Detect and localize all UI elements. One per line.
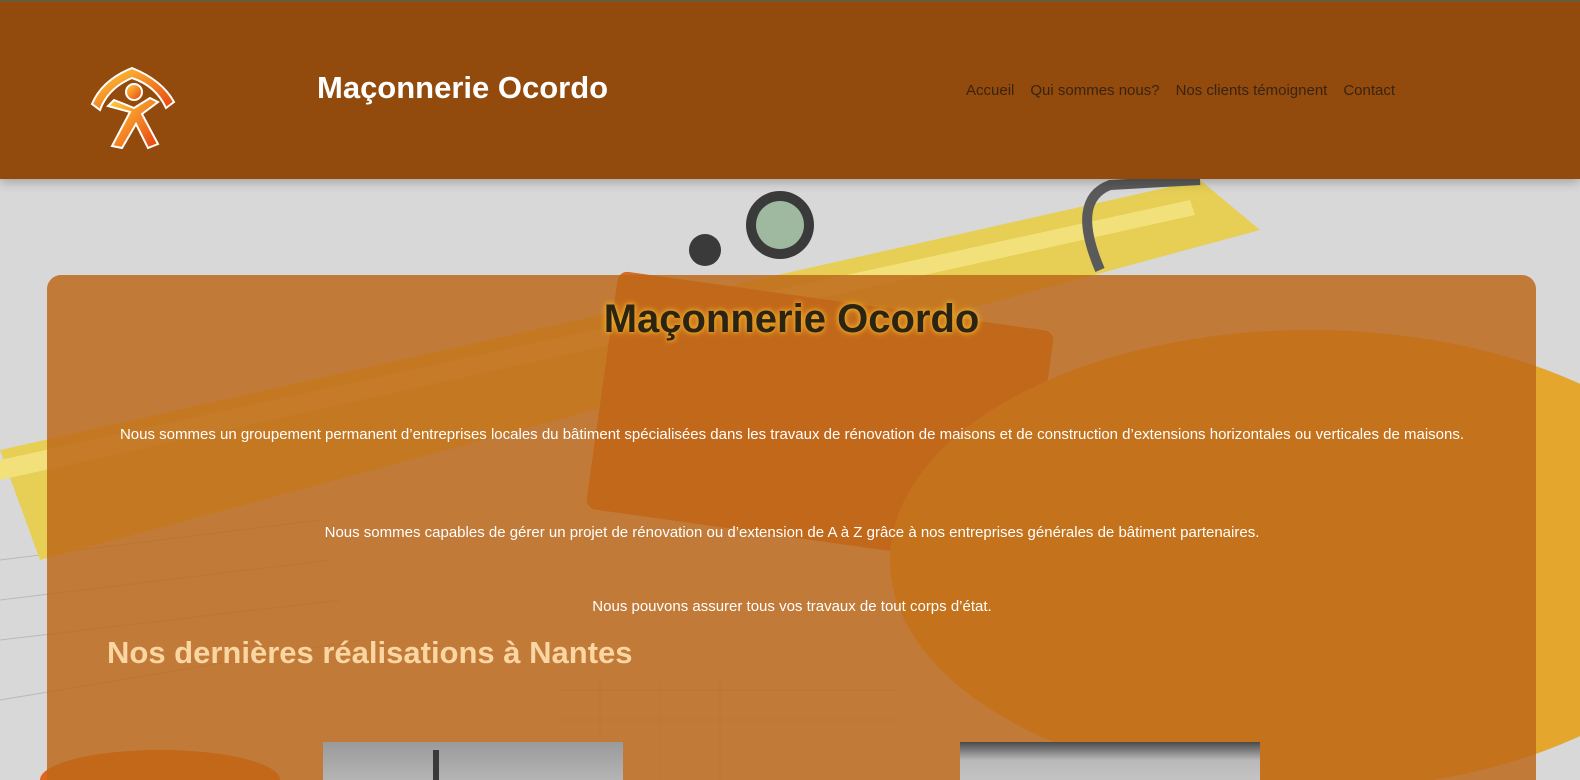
page-title: Maçonnerie Ocordo xyxy=(603,297,980,341)
nav-item-accueil[interactable]: Accueil xyxy=(966,82,1022,99)
site-header: Maçonnerie Ocordo Accueil Qui sommes nou… xyxy=(0,0,1580,179)
main-nav: Accueil Qui sommes nous? Nos clients tém… xyxy=(966,82,1403,99)
nav-item-qui-sommes-nous[interactable]: Qui sommes nous? xyxy=(1022,82,1167,99)
content-card: Maçonnerie Ocordo Nous sommes un groupem… xyxy=(47,275,1536,780)
capability-paragraph: Nous sommes capables de gérer un projet … xyxy=(324,524,1260,541)
site-title[interactable]: Maçonnerie Ocordo xyxy=(317,70,608,106)
nav-item-temoignages[interactable]: Nos clients témoignent xyxy=(1168,82,1336,99)
realisation-photo[interactable] xyxy=(960,742,1260,780)
nav-item-contact[interactable]: Contact xyxy=(1335,82,1403,99)
intro-paragraph: Nous sommes un groupement permanent d’en… xyxy=(119,426,1465,443)
section-title-realisations: Nos dernières réalisations à Nantes xyxy=(107,635,633,670)
services-paragraph: Nous pouvons assurer tous vos travaux de… xyxy=(592,598,992,615)
person-house-logo-icon[interactable] xyxy=(86,62,178,154)
realisation-photo[interactable] xyxy=(323,742,623,780)
